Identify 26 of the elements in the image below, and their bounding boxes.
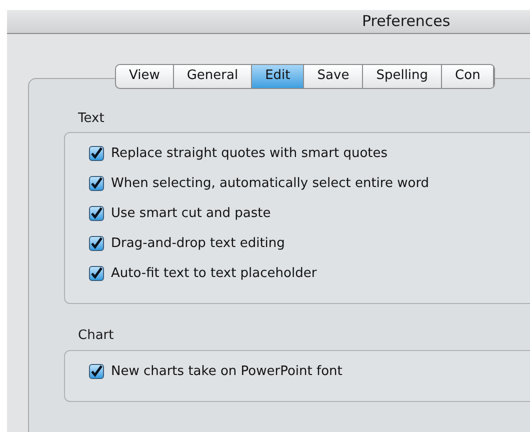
tab[interactable]: Save [304, 64, 364, 88]
option-label: Replace straight quotes with smart quotes [111, 145, 388, 163]
checkbox[interactable] [89, 176, 104, 191]
option-label: Drag-and-drop text editing [111, 235, 285, 253]
checkmark-icon [90, 147, 103, 160]
tab[interactable]: Edit [252, 64, 304, 88]
window-title: Preferences [362, 11, 450, 32]
checkbox[interactable] [89, 364, 104, 378]
checkmark-icon [90, 364, 103, 378]
checkmark-icon [90, 267, 103, 280]
tab[interactable]: Con [442, 64, 494, 88]
tab[interactable]: Spelling [363, 64, 442, 88]
group-title: Chart [77, 327, 115, 345]
option-label: Use smart cut and paste [111, 205, 271, 223]
option-label: New charts take on PowerPoint font [111, 362, 342, 380]
tab[interactable]: View [116, 64, 174, 88]
option-label: When selecting, automatically select entire word [111, 175, 430, 193]
option-label: Auto-fit text to text placeholder [111, 265, 317, 283]
checkmark-icon [90, 177, 103, 190]
checkbox[interactable] [89, 266, 104, 281]
checkmark-icon [90, 207, 103, 220]
checkbox[interactable] [89, 146, 104, 161]
checkbox[interactable] [89, 206, 104, 221]
checkmark-icon [90, 237, 103, 250]
checkbox[interactable] [89, 236, 104, 251]
group-title: Text [77, 110, 106, 128]
